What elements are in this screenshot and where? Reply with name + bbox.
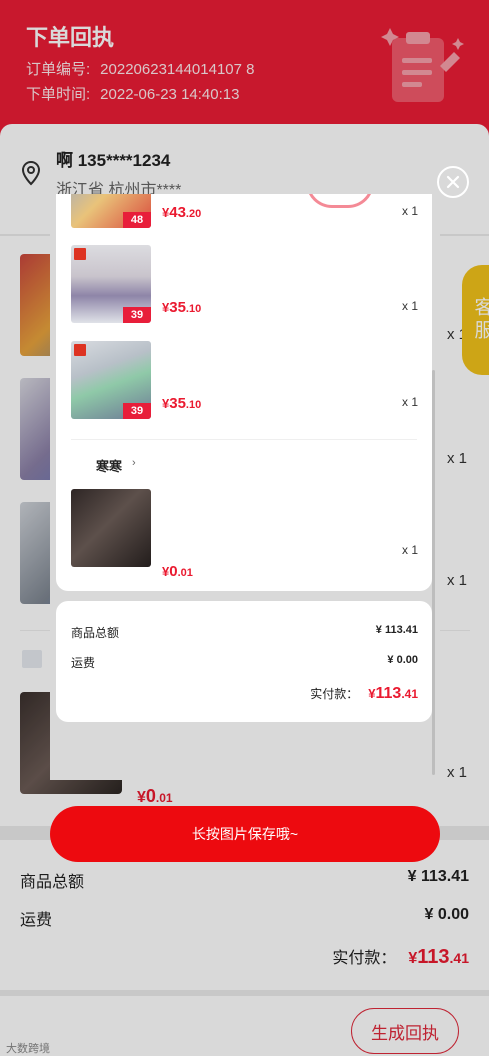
- paid-row: 实付款： ¥113.41: [310, 685, 418, 703]
- item-price: ¥35.10: [162, 395, 202, 412]
- close-icon: [446, 175, 460, 189]
- save-image-button[interactable]: 长按图片保存哦~: [50, 806, 440, 862]
- shop-name: 寒寒: [96, 459, 123, 474]
- preview-item: 48 ¥43.20 x 1: [56, 194, 432, 240]
- shipping-value: ¥ 0.00: [387, 654, 418, 666]
- preview-item: 39 ¥35.10 x 1: [56, 341, 432, 431]
- item-quantity: x 1: [401, 299, 418, 313]
- price-badge: 39: [123, 403, 151, 419]
- shipping-row: 运费 ¥ 0.00: [71, 654, 418, 671]
- item-quantity: x 1: [401, 204, 418, 218]
- product-thumbnail: [71, 489, 151, 567]
- goods-total-row: 商品总额 ¥ 113.41: [71, 624, 418, 641]
- preview-summary-card: 商品总额 ¥ 113.41 运费 ¥ 0.00 实付款： ¥113.41: [56, 601, 432, 722]
- scrollbar[interactable]: [432, 370, 435, 775]
- price-badge: 39: [123, 307, 151, 323]
- brand-logo-icon: [74, 344, 86, 356]
- product-thumbnail: 39: [71, 245, 151, 323]
- price-badge: 48: [123, 212, 151, 228]
- preview-items-card: 48 ¥43.20 x 1 39 ¥35.10 x 1 39 ¥35.10 x …: [56, 194, 432, 591]
- item-quantity: x 1: [401, 395, 418, 409]
- paid-label: 实付款：: [310, 687, 359, 701]
- product-thumbnail: 39: [71, 341, 151, 419]
- product-thumbnail: 48: [71, 194, 151, 228]
- goods-total-value: ¥ 113.41: [375, 624, 418, 636]
- chevron-right-icon: ›: [132, 457, 136, 469]
- goods-total-label: 商品总额: [71, 626, 120, 640]
- item-price: ¥43.20: [162, 204, 202, 221]
- preview-item: 39 ¥35.10 x 1: [56, 245, 432, 335]
- item-price: ¥0.01: [162, 563, 193, 580]
- close-button[interactable]: [437, 166, 469, 198]
- paid-amount: ¥113.41: [368, 685, 418, 702]
- item-price: ¥35.10: [162, 299, 202, 316]
- shipping-label: 运费: [71, 656, 96, 670]
- divider: [71, 439, 417, 440]
- brand-logo-icon: [74, 248, 86, 260]
- preview-item: ¥0.01 x 1: [56, 489, 432, 580]
- item-quantity: x 1: [401, 543, 418, 557]
